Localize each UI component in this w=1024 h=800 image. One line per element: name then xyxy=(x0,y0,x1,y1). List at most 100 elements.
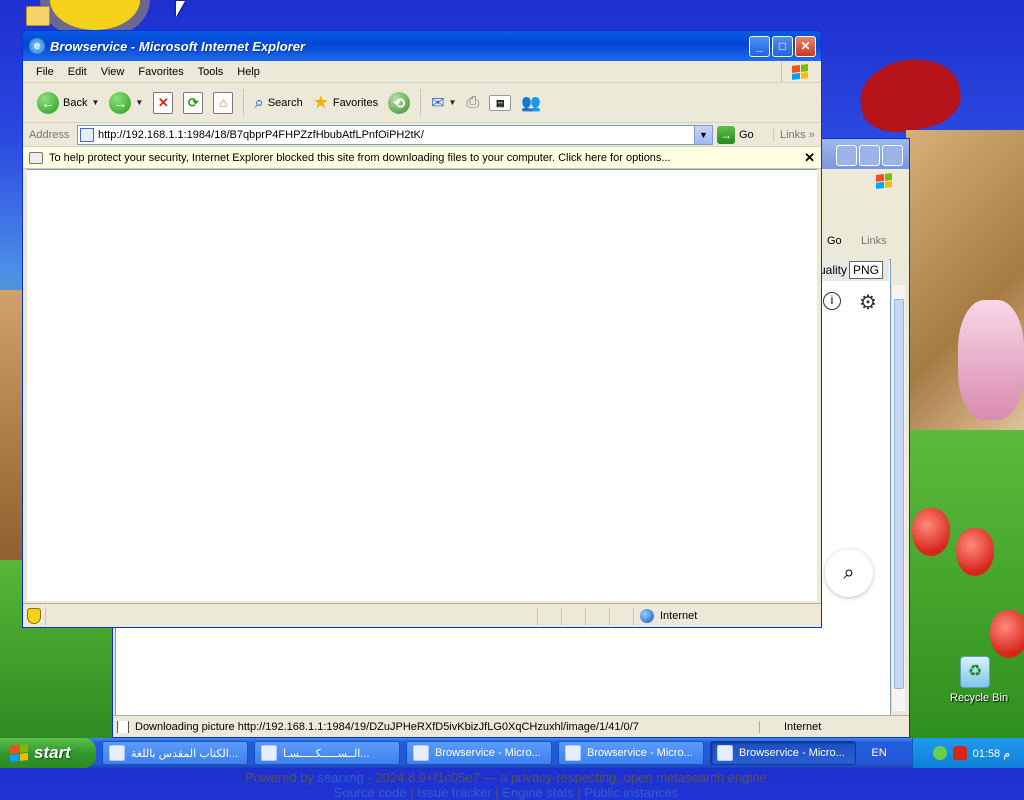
back-arrow-icon: ← xyxy=(37,91,59,114)
toolbar-separator xyxy=(420,88,422,117)
star-icon: ★ xyxy=(312,92,329,112)
browser-window[interactable]: e Browservice - Microsoft Internet Explo… xyxy=(22,30,822,628)
status-cell xyxy=(561,606,585,625)
edit-button[interactable]: ▤ xyxy=(485,87,515,119)
status-cell xyxy=(537,606,561,625)
recycle-bin-icon: ♻ xyxy=(960,656,990,688)
taskbar-item-label: الكتاب المقدس باللغة... xyxy=(131,747,238,760)
window-title: Browservice - Microsoft Internet Explore… xyxy=(50,38,306,54)
help-icon xyxy=(261,745,277,761)
taskbar-item-help[interactable]: الكتاب المقدس باللغة... xyxy=(102,741,248,765)
back-dropdown-icon[interactable]: ▼ xyxy=(91,98,99,107)
forward-dropdown-icon[interactable]: ▼ xyxy=(135,98,143,107)
close-button[interactable]: ✕ xyxy=(795,35,816,57)
menu-tools[interactable]: Tools xyxy=(191,66,231,78)
menu-help[interactable]: Help xyxy=(230,66,267,78)
history-button[interactable]: ⟲ xyxy=(384,87,414,119)
taskbar-item-browser-2[interactable]: Browservice - Micro... xyxy=(558,741,704,765)
history-icon: ⟲ xyxy=(388,91,411,114)
taskbar-item-browser-3[interactable]: Browservice - Micro... xyxy=(710,741,856,765)
recycle-bin-label: Recycle Bin xyxy=(950,692,1009,704)
home-icon: ⌂ xyxy=(213,91,234,114)
quality-label: uality xyxy=(819,263,848,277)
taskbar-item-label: Browservice - Micro... xyxy=(587,747,693,759)
refresh-icon: ⟳ xyxy=(183,91,204,114)
maximize-button[interactable]: □ xyxy=(772,35,793,57)
status-bar: Internet xyxy=(23,603,821,627)
minimize-button[interactable] xyxy=(836,145,857,166)
links-button[interactable]: Links » xyxy=(773,128,815,141)
mail-icon: ✉ xyxy=(431,94,445,112)
mail-dropdown-icon[interactable]: ▼ xyxy=(449,98,457,107)
issue-tracker-link[interactable]: Issue tracker xyxy=(417,785,491,800)
public-instances-link[interactable]: Public instances xyxy=(584,785,678,800)
clock[interactable]: 01:58 م xyxy=(973,747,1010,760)
back-button[interactable]: ← Back ▼ xyxy=(33,87,103,119)
background-zone-label: Internet xyxy=(784,720,822,733)
footer-powered: Powered by xyxy=(245,770,314,785)
go-label: Go xyxy=(739,128,754,141)
menu-file[interactable]: File xyxy=(29,66,61,78)
footer-searxng-link[interactable]: searxng xyxy=(318,770,364,785)
go-button[interactable]: Go xyxy=(827,235,842,247)
security-zone: Internet xyxy=(759,720,909,733)
standard-toolbar: ← Back ▼ → ▼ ✕ ⟳ ⌂ ⌕ Search ★ Favorites … xyxy=(23,83,821,123)
links-button[interactable]: Links xyxy=(861,235,887,247)
messenger-button[interactable]: 👥 xyxy=(517,87,545,119)
menu-favorites[interactable]: Favorites xyxy=(131,66,190,78)
page-icon xyxy=(117,720,129,733)
edit-icon: ▤ xyxy=(489,94,512,111)
recycle-bin[interactable]: ♻ Recycle Bin xyxy=(950,656,1009,704)
go-button[interactable]: → Go xyxy=(717,125,773,144)
refresh-button[interactable]: ⟳ xyxy=(179,87,207,119)
vertical-scrollbar[interactable] xyxy=(891,285,905,711)
close-infobar-icon[interactable]: ✕ xyxy=(804,150,815,166)
title-bar[interactable]: e Browservice - Microsoft Internet Explo… xyxy=(23,31,821,61)
search-button[interactable]: ⌕ Search xyxy=(250,87,306,119)
taskbar-item-browser-1[interactable]: Browservice - Micro... xyxy=(406,741,552,765)
engine-stats-link[interactable]: Engine stats xyxy=(502,785,574,800)
security-icon[interactable] xyxy=(952,746,967,760)
menu-view[interactable]: View xyxy=(94,66,132,78)
address-dropdown-icon[interactable]: ▼ xyxy=(694,125,712,144)
forward-arrow-icon: → xyxy=(109,91,132,114)
home-button[interactable]: ⌂ xyxy=(209,87,237,119)
page-content[interactable] xyxy=(27,169,817,601)
scrollbar-thumb[interactable] xyxy=(894,299,904,689)
mail-button[interactable]: ✉ ▼ xyxy=(427,87,460,119)
source-code-link[interactable]: Source code xyxy=(334,785,407,800)
wallpaper-tulip xyxy=(990,610,1024,658)
information-bar[interactable]: To help protect your security, Internet … xyxy=(23,147,821,169)
address-url: http://192.168.1.1:1984/18/B7qbprP4FHPZz… xyxy=(98,128,424,141)
maximize-button[interactable] xyxy=(859,145,880,166)
address-input[interactable]: http://192.168.1.1:1984/18/B7qbprP4FHPZz… xyxy=(77,124,713,145)
image-quality-selector[interactable]: uality PNG xyxy=(819,259,889,281)
status-text-cell xyxy=(45,606,537,625)
desktop-folder-icon[interactable] xyxy=(26,6,50,26)
taskbar-item-label: الــســـــكـــــسـا... xyxy=(283,747,370,760)
start-button[interactable]: start xyxy=(0,738,96,768)
taskbar-item-label: Browservice - Micro... xyxy=(435,747,541,759)
background-window-controls xyxy=(836,145,903,166)
gear-icon[interactable]: ⚙ xyxy=(859,290,877,315)
background-status-bar: Downloading picture http://192.168.1.1:1… xyxy=(113,715,909,737)
close-button[interactable] xyxy=(882,145,903,166)
menu-edit[interactable]: Edit xyxy=(61,66,94,78)
network-icon[interactable] xyxy=(932,746,947,760)
favorites-button[interactable]: ★ Favorites xyxy=(309,87,382,119)
search-icon[interactable]: ⌕ xyxy=(825,549,873,597)
quality-value[interactable]: PNG xyxy=(849,261,884,279)
security-shield-icon xyxy=(27,607,41,624)
language-indicator[interactable]: EN xyxy=(864,743,894,763)
status-cell xyxy=(585,606,609,625)
magnifier-icon: ⌕ xyxy=(254,92,264,112)
info-icon[interactable]: i xyxy=(823,292,841,310)
taskbar-item-help-2[interactable]: الــســـــكـــــسـا... xyxy=(254,741,400,765)
menu-bar: File Edit View Favorites Tools Help xyxy=(23,61,821,83)
security-zone: Internet xyxy=(633,606,783,625)
stop-button[interactable]: ✕ xyxy=(149,87,177,119)
page-footer: Powered by searxng - 2024.8.9+f1c05e7 — … xyxy=(245,770,767,800)
forward-button[interactable]: → ▼ xyxy=(105,87,147,119)
print-button[interactable]: ⎙ xyxy=(462,87,483,119)
minimize-button[interactable]: _ xyxy=(749,35,770,57)
